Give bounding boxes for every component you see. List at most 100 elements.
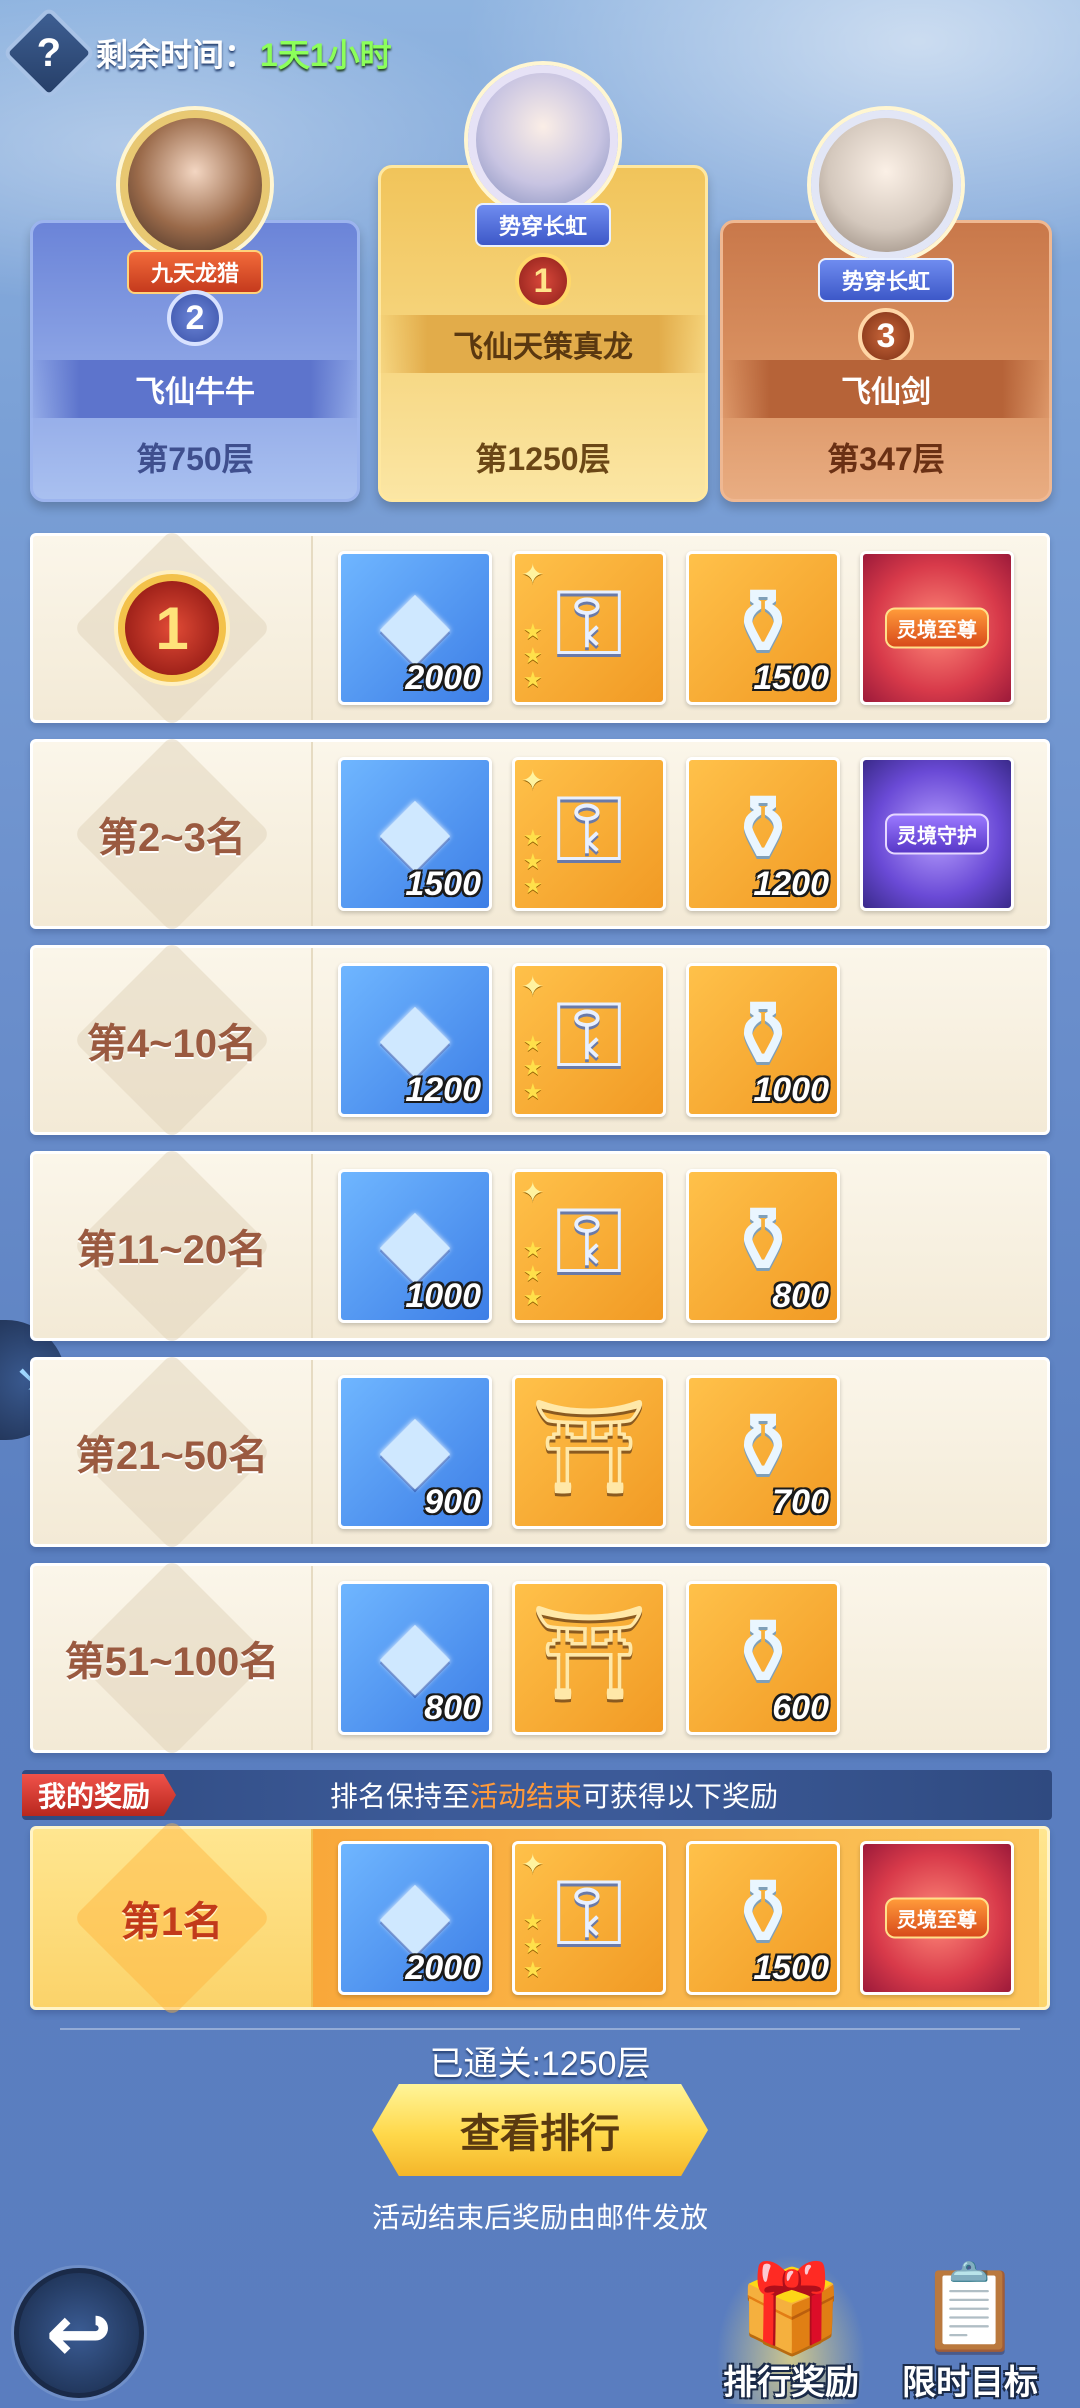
reward-items: ◆ 1500 ⚿ ✦ ★ ★ ★ ⚱ 1200 灵境守护: [313, 757, 1014, 911]
rank-range-label: 第11~20名: [76, 1228, 268, 1272]
title-banner: 九天龙猎: [126, 250, 264, 294]
reward-items: ◆ 1000 ⚿ ✦ ★ ★ ★ ⚱ 800: [313, 1169, 840, 1323]
rank-cell: 第2~3名: [33, 742, 313, 926]
player-name: 飞仙牛牛: [30, 360, 360, 418]
item-quantity: 900: [424, 1483, 481, 1521]
view-ranking-button[interactable]: 查看排行: [372, 2084, 708, 2176]
diamond-item[interactable]: ◆ 1200: [338, 963, 492, 1117]
stairs-item[interactable]: ⚿ ✦ ★ ★ ★: [512, 757, 666, 911]
shrine-item[interactable]: ⛩: [512, 1581, 666, 1735]
star-rating-icon: ★ ★ ★: [523, 1909, 543, 1982]
vase-item[interactable]: ⚱ 1500: [686, 551, 840, 705]
star-rating-icon: ★ ★ ★: [523, 619, 543, 692]
desc-prefix: 排名保持至: [329, 1781, 470, 1812]
vase-item[interactable]: ⚱ 800: [686, 1169, 840, 1323]
stairs-item[interactable]: ⚿ ✦ ★ ★ ★: [512, 1169, 666, 1323]
shrine-icon: ⛩: [530, 1396, 648, 1498]
rank-medal: 2: [167, 290, 223, 346]
my-rank-label: 第1名: [120, 1900, 224, 1944]
title-card-text: 灵境守护: [885, 813, 989, 855]
vase-item[interactable]: ⚱ 1500: [686, 1841, 840, 1995]
item-quantity: 600: [772, 1689, 829, 1727]
podium-rank-3[interactable]: 势穿长虹 3 飞仙剑 第347层: [720, 110, 1052, 502]
mail-note: 活动结束后奖励由邮件发放: [371, 2202, 708, 2233]
rank-cell: 第1名: [33, 1829, 313, 2007]
back-button[interactable]: ↩: [14, 2268, 144, 2398]
player-name: 飞仙剑: [720, 360, 1052, 418]
diamond-corner-icon: ✦: [521, 1177, 545, 1208]
title-card-text: 灵境至尊: [885, 607, 989, 649]
star-rating-icon: ★ ★ ★: [523, 1237, 543, 1310]
cleared-floor-text: 已通关:1250层: [429, 2045, 651, 2083]
diamond-item[interactable]: ◆ 2000: [338, 551, 492, 705]
item-quantity: 2000: [405, 659, 481, 697]
avatar: [811, 110, 961, 260]
reward-tier-row: 第51~100名 ◆ 800 ⛩ ⚱ 600: [30, 1563, 1050, 1753]
diamond-corner-icon: ✦: [521, 559, 545, 590]
reward-tier-row: 第21~50名 ◆ 900 ⛩ ⚱ 700: [30, 1357, 1050, 1547]
shrine-item[interactable]: ⛩: [512, 1375, 666, 1529]
rank-range-label: 第4~10名: [86, 1022, 258, 1066]
title-banner: 势穿长虹: [474, 203, 612, 247]
star-rating-icon: ★ ★ ★: [523, 825, 543, 898]
divider: [60, 2028, 1020, 2030]
player-floor: 第347层: [827, 441, 945, 477]
rank-cell: 第4~10名: [33, 948, 313, 1132]
vase-item[interactable]: ⚱ 700: [686, 1375, 840, 1529]
rank-cell: 1: [33, 536, 313, 720]
diamond-item[interactable]: ◆ 1500: [338, 757, 492, 911]
return-arrow-icon: ↩: [45, 2288, 113, 2378]
stairs-item[interactable]: ⚿ ✦ ★ ★ ★: [512, 1841, 666, 1995]
desc-highlight: 活动结束: [470, 1781, 583, 1812]
item-quantity: 1500: [753, 1949, 829, 1987]
item-quantity: 1000: [753, 1071, 829, 1109]
vase-item[interactable]: ⚱ 600: [686, 1581, 840, 1735]
player-name: 飞仙天策真龙: [378, 315, 708, 373]
tab-rank-reward[interactable]: 🎁 排行奖励: [716, 2254, 866, 2404]
avatar: [120, 110, 270, 260]
vase-item[interactable]: ⚱ 1200: [686, 757, 840, 911]
reward-tier-row: 1 ◆ 2000 ⚿ ✦ ★ ★ ★ ⚱ 1500 灵境至尊: [30, 533, 1050, 723]
shrine-icon: ⛩: [530, 1602, 648, 1704]
reward-tier-row: 第11~20名 ◆ 1000 ⚿ ✦ ★ ★ ★ ⚱ 800: [30, 1151, 1050, 1341]
podium-rank-1[interactable]: 势穿长虹 1 飞仙天策真龙 第1250层: [378, 65, 708, 502]
title-card-text: 灵境至尊: [885, 1897, 989, 1939]
item-quantity: 700: [772, 1483, 829, 1521]
stairs-item[interactable]: ⚿ ✦ ★ ★ ★: [512, 551, 666, 705]
avatar: [468, 65, 618, 215]
my-reward-bar: 我的奖励 排名保持至活动结束可获得以下奖励: [22, 1770, 1052, 1820]
item-quantity: 1000: [405, 1277, 481, 1315]
title-card-item[interactable]: 灵境守护: [860, 757, 1014, 911]
podium: 九天龙猎 2 飞仙牛牛 第750层 势穿长虹 1 飞仙天策真龙 第1250层 势…: [0, 60, 1080, 510]
rank-cell: 第21~50名: [33, 1360, 313, 1544]
diamond-item[interactable]: ◆ 900: [338, 1375, 492, 1529]
podium-rank-2[interactable]: 九天龙猎 2 飞仙牛牛 第750层: [30, 110, 360, 502]
my-reward-description: 排名保持至活动结束可获得以下奖励: [176, 1775, 1052, 1815]
title-card-item[interactable]: 灵境至尊: [860, 1841, 1014, 1995]
item-quantity: 2000: [405, 1949, 481, 1987]
reward-items: ◆ 1200 ⚿ ✦ ★ ★ ★ ⚱ 1000: [313, 963, 840, 1117]
rank-range-label: 第21~50名: [75, 1434, 269, 1478]
diamond-item[interactable]: ◆ 1000: [338, 1169, 492, 1323]
rank-cell: 第51~100名: [33, 1566, 313, 1750]
reward-tier-list: 1 ◆ 2000 ⚿ ✦ ★ ★ ★ ⚱ 1500 灵境至尊 第2~3名 ◆ 1500 ⚿ ✦ ★ ★ ★ ⚱ 1200…: [30, 533, 1050, 1769]
gift-box-icon: 🎁: [738, 2260, 844, 2354]
player-floor: 第750层: [136, 441, 254, 477]
tab-limited-goal[interactable]: 📋 限时目标: [895, 2254, 1045, 2404]
diamond-item[interactable]: ◆ 2000: [338, 1841, 492, 1995]
diamond-corner-icon: ✦: [521, 971, 545, 1002]
reward-items: ◆ 900 ⛩ ⚱ 700: [313, 1375, 840, 1529]
desc-suffix: 可获得以下奖励: [582, 1781, 779, 1812]
my-reward-row: 第1名 ◆ 2000 ⚿ ✦ ★ ★ ★ ⚱ 1500 灵境至尊: [30, 1826, 1050, 2010]
title-card-item[interactable]: 灵境至尊: [860, 551, 1014, 705]
diamond-item[interactable]: ◆ 800: [338, 1581, 492, 1735]
item-quantity: 1200: [405, 1071, 481, 1109]
star-rating-icon: ★ ★ ★: [523, 1031, 543, 1104]
vase-item[interactable]: ⚱ 1000: [686, 963, 840, 1117]
my-reward-tag: 我的奖励: [22, 1774, 177, 1816]
first-place-medal-icon: 1: [118, 574, 226, 682]
diamond-corner-icon: ✦: [521, 765, 545, 796]
rank-medal: 3: [858, 308, 914, 364]
document-clock-icon: 📋: [917, 2260, 1023, 2354]
stairs-item[interactable]: ⚿ ✦ ★ ★ ★: [512, 963, 666, 1117]
